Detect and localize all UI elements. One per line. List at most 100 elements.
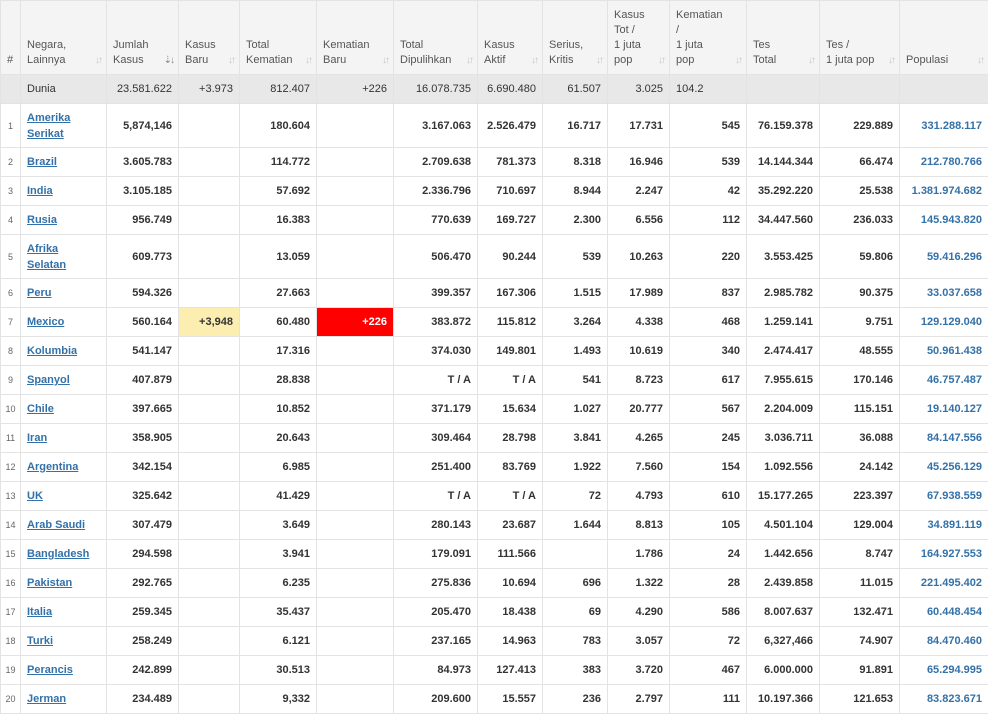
table-row: 9 Spanyol 407.879 28.838 T / AT / A 541 8.723 6… bbox=[0, 365, 988, 395]
cell-total-deaths: 17.316 bbox=[239, 336, 317, 366]
cell-new-deaths: +226 bbox=[316, 307, 394, 337]
cell-cases-per-million: 10.263 bbox=[607, 234, 670, 279]
header-line: Aktif bbox=[484, 54, 506, 66]
col-header-total-deaths[interactable]: Total Kematian ↓↑ bbox=[239, 0, 317, 75]
col-header-new-deaths[interactable]: Kematian Baru ↓↑ bbox=[316, 0, 394, 75]
country-link[interactable]: India bbox=[27, 185, 53, 197]
col-header-serious-critical[interactable]: Serius, Kritis ↓↑ bbox=[542, 0, 608, 75]
country-link[interactable]: Argentina bbox=[27, 461, 78, 473]
col-header-deaths-per-million[interactable]: Kematian / 1 juta pop ↓↑ bbox=[669, 0, 747, 75]
cell-active: 14.963 bbox=[477, 626, 543, 656]
country-link[interactable]: Peru bbox=[27, 287, 51, 299]
sort-arrows-icon[interactable]: ↓↑ bbox=[228, 53, 236, 68]
sort-arrows-icon[interactable]: ↓↑ bbox=[382, 53, 390, 68]
col-header-total-recovered[interactable]: Total Dipulihkan ↓↑ bbox=[393, 0, 478, 75]
header-line: Baru bbox=[185, 54, 209, 66]
col-header-label: Populasi bbox=[906, 53, 982, 68]
country-link[interactable]: Mexico bbox=[27, 316, 64, 328]
cell-new-deaths bbox=[316, 539, 394, 569]
sort-arrows-icon[interactable]: ↓↑ bbox=[808, 53, 816, 68]
table-row: 2 Brazil 3.605.783 114.772 2.709.638 781.373 8… bbox=[0, 147, 988, 177]
sort-arrows-icon[interactable]: ↓↑ bbox=[596, 53, 604, 68]
cell-active: 2.526.479 bbox=[477, 103, 543, 148]
country-link[interactable]: Kolumbia bbox=[27, 345, 77, 357]
cell-total-cases: 294.598 bbox=[106, 539, 179, 569]
cell-population: 59.416.296 bbox=[899, 234, 988, 279]
col-header-population[interactable]: Populasi ↓↑ bbox=[899, 0, 988, 75]
cell-critical: 8.318 bbox=[542, 147, 608, 177]
country-link[interactable]: Jerman bbox=[27, 693, 66, 705]
cell-population: 67.938.559 bbox=[899, 481, 988, 511]
col-header-cases-per-million[interactable]: Kasus Tot / 1 juta pop ↓↑ bbox=[607, 0, 670, 75]
cell-cases-per-million: 4.265 bbox=[607, 423, 670, 453]
cell-country: Italia bbox=[20, 597, 107, 627]
cell-tests-per-million: 115.151 bbox=[819, 394, 900, 424]
cell-critical: 2.300 bbox=[542, 205, 608, 235]
country-link[interactable]: Afrika Selatan bbox=[27, 243, 66, 271]
cell-population: 164.927.553 bbox=[899, 539, 988, 569]
cell-tests-per-million: 11.015 bbox=[819, 568, 900, 598]
country-link[interactable]: Rusia bbox=[27, 214, 57, 226]
cell-new-deaths bbox=[316, 452, 394, 482]
sort-arrows-icon[interactable]: ↓↑ bbox=[305, 53, 313, 68]
sort-arrows-icon[interactable]: ↓↑ bbox=[977, 53, 985, 68]
country-link[interactable]: Chile bbox=[27, 403, 54, 415]
country-link[interactable]: Turki bbox=[27, 635, 53, 647]
cell-total-tests: 3.036.711 bbox=[746, 423, 820, 453]
cell-country: Kolumbia bbox=[20, 336, 107, 366]
col-header-label: Total Kematian bbox=[246, 38, 310, 68]
cell-total-cases: 258.249 bbox=[106, 626, 179, 656]
sort-arrows-icon[interactable]: ⇣↓ bbox=[164, 53, 175, 68]
header-line: Kasus bbox=[113, 54, 144, 66]
cell-critical bbox=[542, 539, 608, 569]
sort-arrows-icon[interactable]: ↓↑ bbox=[531, 53, 539, 68]
country-link[interactable]: UK bbox=[27, 490, 43, 502]
cell-total-cases: 3.105.185 bbox=[106, 176, 179, 206]
cell-total-cases: 234.489 bbox=[106, 684, 179, 714]
col-header-active-cases[interactable]: Kasus Aktif ↓↑ bbox=[477, 0, 543, 75]
sort-arrows-icon[interactable]: ↓↑ bbox=[466, 53, 474, 68]
cell-deaths-per-million: 567 bbox=[669, 394, 747, 424]
col-header-tests-per-million[interactable]: Tes / 1 juta pop ↓↑ bbox=[819, 0, 900, 75]
header-line: Tes bbox=[753, 39, 771, 51]
country-link[interactable]: Italia bbox=[27, 606, 52, 618]
cell-tests-per-million: 25.538 bbox=[819, 176, 900, 206]
col-header-total-cases[interactable]: Jumlah Kasus ⇣↓ bbox=[106, 0, 179, 75]
cell-total-deaths: 30.513 bbox=[239, 655, 317, 685]
sort-arrows-icon[interactable]: ↓↑ bbox=[888, 53, 896, 68]
country-link[interactable]: Arab Saudi bbox=[27, 519, 85, 531]
cell-country: Rusia bbox=[20, 205, 107, 235]
header-line: Total bbox=[753, 54, 777, 66]
country-link[interactable]: Brazil bbox=[27, 156, 57, 168]
cell-critical: 1.027 bbox=[542, 394, 608, 424]
table-row: 5 Afrika Selatan 609.773 13.059 506.470 90.24… bbox=[0, 234, 988, 279]
col-header-total-tests[interactable]: Tes Total ↓↑ bbox=[746, 0, 820, 75]
cell-recovered: 374.030 bbox=[393, 336, 478, 366]
cell-cases-per-million: 17.989 bbox=[607, 278, 670, 308]
country-link[interactable]: Iran bbox=[27, 432, 47, 444]
sort-arrows-icon[interactable]: ↓↑ bbox=[735, 53, 743, 68]
country-link[interactable]: Bangladesh bbox=[27, 548, 89, 560]
cell-new-deaths bbox=[316, 684, 394, 714]
country-link[interactable]: Amerika Serikat bbox=[27, 112, 70, 140]
cell-country: India bbox=[20, 176, 107, 206]
country-link[interactable]: Pakistan bbox=[27, 577, 72, 589]
cell-cases-per-million: 1.786 bbox=[607, 539, 670, 569]
cell-total-tests: 6,327,466 bbox=[746, 626, 820, 656]
cell-critical: 69 bbox=[542, 597, 608, 627]
col-header-new-cases[interactable]: Kasus Baru ↓↑ bbox=[178, 0, 240, 75]
table-row: 12 Argentina 342.154 6.985 251.400 83.769 1.92… bbox=[0, 452, 988, 482]
sort-arrows-icon[interactable]: ↓↑ bbox=[95, 53, 103, 68]
cell-total-tests: 34.447.560 bbox=[746, 205, 820, 235]
country-link[interactable]: Perancis bbox=[27, 664, 73, 676]
world-cases-per-million: 3.025 bbox=[607, 74, 670, 104]
col-header-country[interactable]: Negara, Lainnya ↓↑ bbox=[20, 0, 107, 75]
world-new-deaths: +226 bbox=[316, 74, 394, 104]
cell-total-deaths: 20.643 bbox=[239, 423, 317, 453]
cell-deaths-per-million: 539 bbox=[669, 147, 747, 177]
country-link[interactable]: Spanyol bbox=[27, 374, 70, 386]
row-index: 18 bbox=[0, 626, 21, 656]
cell-total-cases: 5,874,146 bbox=[106, 103, 179, 148]
cell-new-cases bbox=[178, 394, 240, 424]
sort-arrows-icon[interactable]: ↓↑ bbox=[658, 53, 666, 68]
